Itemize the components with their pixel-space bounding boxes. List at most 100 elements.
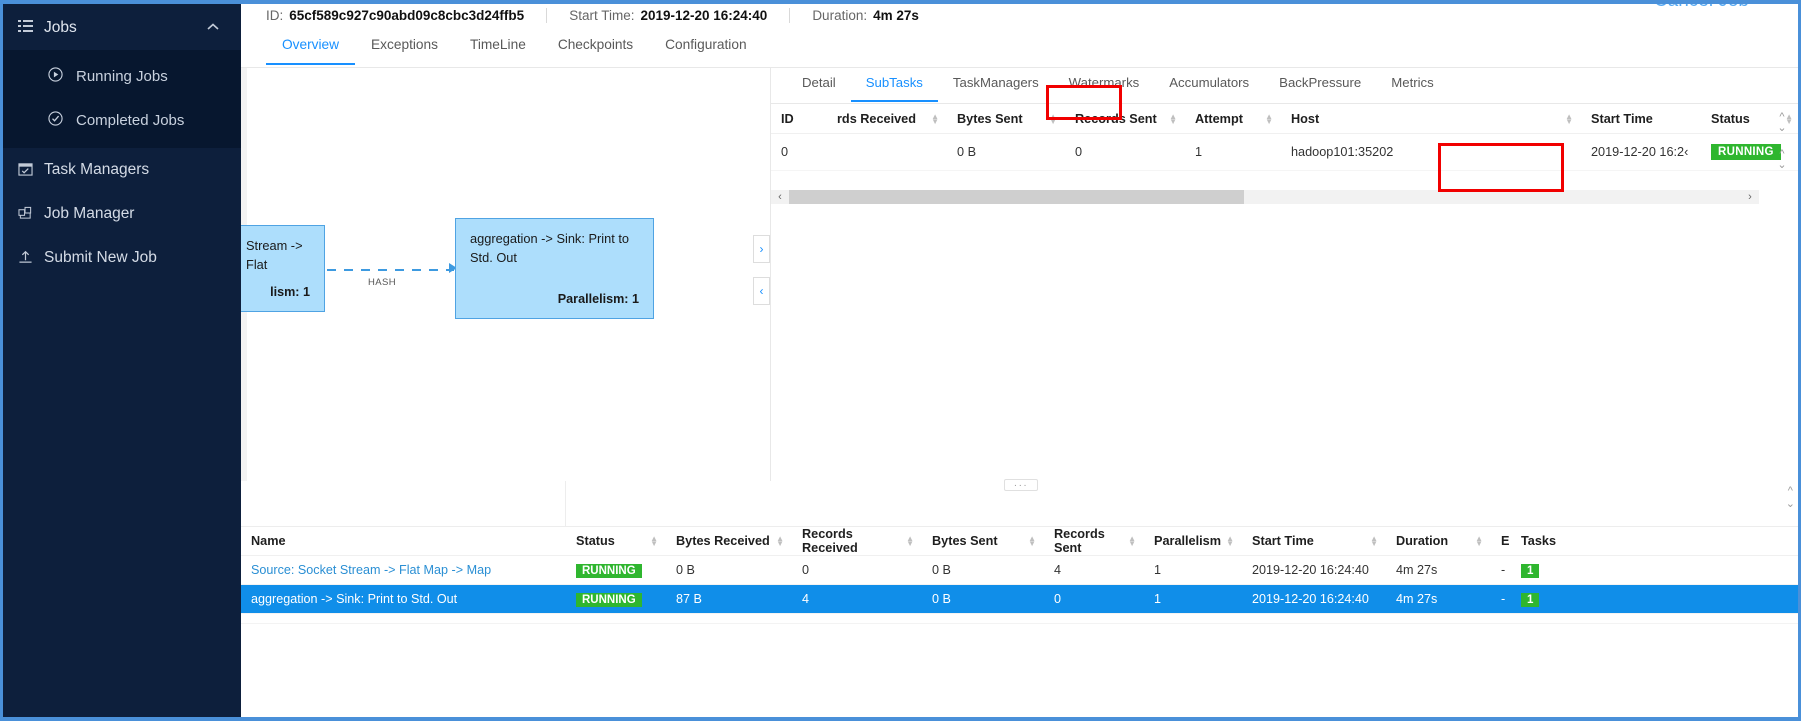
vertex-cell-records-sent: 4: [1054, 563, 1062, 577]
vertex-cell-e: -: [1501, 592, 1506, 606]
sort-icon[interactable]: ▲ ▼: [931, 112, 939, 125]
sort-icon[interactable]: ▲ ▼: [1128, 535, 1136, 548]
header-divider: [789, 8, 791, 23]
scroll-left-arrow-icon[interactable]: ‹: [771, 191, 789, 203]
vertex-col-bytes-received[interactable]: Bytes Received ▲ ▼: [666, 534, 792, 548]
sidebar-item-job-manager[interactable]: Job Manager: [0, 192, 241, 236]
tab-configuration[interactable]: Configuration: [649, 31, 762, 63]
chevron-up-icon[interactable]: ^: [1779, 111, 1784, 123]
vertex-col-duration[interactable]: Duration ▲ ▼: [1386, 534, 1491, 548]
tab-subtasks[interactable]: SubTasks: [850, 68, 938, 102]
sort-icon[interactable]: ▲ ▼: [1565, 112, 1573, 125]
sort-icon[interactable]: ▲ ▼: [906, 535, 914, 548]
graph-pager-prev[interactable]: ‹: [753, 277, 770, 305]
vertex-col-name[interactable]: Name: [241, 534, 566, 548]
check-circle-icon: [48, 111, 76, 129]
tasks-badge: 1: [1521, 592, 1540, 607]
sidebar-item-completed-jobs[interactable]: Completed Jobs: [0, 98, 241, 142]
graph-node-source[interactable]: Stream -> Flat lism: 1: [241, 225, 325, 312]
tab-detail[interactable]: Detail: [787, 68, 851, 100]
subtask-horizontal-scrollbar[interactable]: ‹ ›: [771, 190, 1759, 204]
sidebar-item-submit-new-job[interactable]: Submit New Job: [0, 236, 241, 280]
table-row[interactable]: Source: Socket Stream -> Flat Map -> Map…: [241, 556, 1801, 585]
sidebar-item-label: Completed Jobs: [76, 111, 185, 129]
subtask-cell-host: hadoop101:35202: [1291, 145, 1394, 159]
vnav-up-down-1[interactable]: ^ ⌄: [1771, 104, 1793, 141]
vertex-cell-duration: 4m 27s: [1396, 563, 1438, 577]
vertex-name-link[interactable]: Source: Socket Stream -> Flat Map -> Map: [251, 563, 491, 577]
sort-icon[interactable]: ▲ ▼: [1028, 535, 1036, 548]
sort-icon[interactable]: ▲ ▼: [1370, 535, 1378, 548]
sort-icon[interactable]: ▲ ▼: [776, 535, 784, 548]
sidebar-item-label: Running Jobs: [76, 67, 168, 85]
graph-node-title: aggregation -> Sink: Print to Std. Out: [470, 231, 629, 265]
tab-metrics[interactable]: Metrics: [1376, 68, 1449, 100]
chevron-up-icon[interactable]: [207, 22, 219, 34]
tab-timeline[interactable]: TimeLine: [454, 31, 542, 63]
vertex-col-tasks[interactable]: Tasks: [1511, 534, 1801, 548]
chevron-down-icon[interactable]: ⌄: [1786, 498, 1795, 511]
job-tabs: Overview Exceptions TimeLine Checkpoints…: [241, 31, 1801, 68]
vertex-col-parallelism[interactable]: Parallelism ▲ ▼: [1144, 534, 1242, 548]
subtask-col-attempt[interactable]: Attempt ▲ ▼: [1185, 112, 1281, 126]
chevron-up-icon[interactable]: ^: [1779, 148, 1784, 160]
chevron-down-icon[interactable]: ⌄: [1777, 122, 1786, 134]
vertex-cell-records-received: 0: [802, 563, 810, 577]
subtask-col-bytes-sent[interactable]: Bytes Sent ▲ ▼: [947, 112, 1065, 126]
subtask-col-start-time[interactable]: Start Time: [1581, 112, 1701, 126]
table-row[interactable]: aggregation -> Sink: Print to Std. Out R…: [241, 585, 1801, 614]
task-manager-icon: [18, 162, 44, 179]
sidebar-group-jobs[interactable]: Jobs: [0, 6, 241, 50]
vertex-cell-bytes-sent: 0 B: [932, 563, 951, 577]
vertex-col-records-received[interactable]: Records Received ▲ ▼: [792, 527, 922, 555]
vertex-col-e[interactable]: E: [1491, 534, 1511, 548]
list-icon: [18, 20, 44, 36]
vertex-cell-name[interactable]: Source: Socket Stream -> Flat Map -> Map: [241, 563, 566, 577]
chevron-down-icon[interactable]: ⌄: [1777, 159, 1786, 171]
subtask-table-header: ID rds Received ▲ ▼ Bytes Sent ▲ ▼ Records…: [771, 104, 1801, 134]
tab-taskmanagers[interactable]: TaskManagers: [938, 68, 1054, 100]
graph-pager-next[interactable]: ›: [753, 235, 770, 263]
split-resize-handle[interactable]: ···: [241, 479, 1801, 491]
flink-dashboard: Jobs Running Jobs Completed Jobs Task Ma…: [0, 0, 1801, 721]
job-id-segment: ID: 65cf589c927c90abd09c8cbc3d24ffb5: [266, 8, 524, 23]
vertex-col-start-time[interactable]: Start Time ▲ ▼: [1242, 534, 1386, 548]
tab-backpressure[interactable]: BackPressure: [1264, 68, 1376, 100]
graph-node-parallelism: Parallelism: 1: [557, 291, 639, 306]
sort-icon[interactable]: ▲ ▼: [1475, 535, 1483, 548]
vnav-up-down-2[interactable]: ^ ⌄: [1771, 141, 1793, 178]
subtask-col-records-received[interactable]: rds Received ▲ ▼: [827, 112, 947, 126]
tab-watermarks[interactable]: Watermarks: [1054, 68, 1155, 100]
sidebar-item-task-managers[interactable]: Task Managers: [0, 148, 241, 192]
vertex-cell-start-time: 2019-12-20 16:24:40: [1252, 592, 1369, 606]
graph-node-sink[interactable]: aggregation -> Sink: Print to Std. Out P…: [455, 218, 654, 319]
sort-icon[interactable]: ▲ ▼: [1049, 112, 1057, 125]
subtask-row[interactable]: 0 0 B 0 1 hadoop101:35202 2019-12-20 16:…: [771, 134, 1801, 171]
vertex-col-records-sent[interactable]: Records Sent ▲ ▼: [1044, 527, 1144, 555]
vertex-cell-status: RUNNING: [566, 592, 666, 607]
table-row-partial[interactable]: [241, 614, 1801, 624]
tab-checkpoints[interactable]: Checkpoints: [542, 31, 649, 63]
subtask-col-host[interactable]: Host ▲ ▼: [1281, 112, 1581, 126]
subtask-col-id[interactable]: ID: [771, 112, 827, 126]
sidebar-item-running-jobs[interactable]: Running Jobs: [0, 54, 241, 98]
vertex-col-bytes-sent[interactable]: Bytes Sent ▲ ▼: [922, 534, 1044, 548]
job-graph-pane[interactable]: Stream -> Flat lism: 1 HASH aggregation …: [241, 68, 771, 481]
window-frame-left: [0, 0, 3, 721]
tab-accumulators[interactable]: Accumulators: [1154, 68, 1264, 100]
tab-overview[interactable]: Overview: [266, 31, 356, 65]
tab-exceptions[interactable]: Exceptions: [355, 31, 454, 63]
sort-icon[interactable]: ▲ ▼: [1265, 112, 1273, 125]
split-handle-grip[interactable]: ···: [1004, 479, 1038, 491]
vertex-cell-name[interactable]: aggregation -> Sink: Print to Std. Out: [241, 592, 566, 606]
scroll-right-arrow-icon[interactable]: ›: [1741, 191, 1759, 203]
subtask-vertical-nav[interactable]: ^ ⌄ ^ ⌄: [1771, 104, 1793, 178]
subtask-col-records-sent[interactable]: Records Sent ▲ ▼: [1065, 112, 1185, 126]
vertex-col-status[interactable]: Status ▲ ▼: [566, 534, 666, 548]
sort-icon[interactable]: ▲ ▼: [650, 535, 658, 548]
job-header: ID: 65cf589c927c90abd09c8cbc3d24ffb5 Sta…: [241, 0, 1801, 31]
vertex-name-link[interactable]: aggregation -> Sink: Print to Std. Out: [251, 592, 457, 606]
sort-icon[interactable]: ▲ ▼: [1226, 535, 1234, 548]
sort-icon[interactable]: ▲ ▼: [1169, 112, 1177, 125]
scrollbar-thumb[interactable]: [789, 190, 1244, 204]
